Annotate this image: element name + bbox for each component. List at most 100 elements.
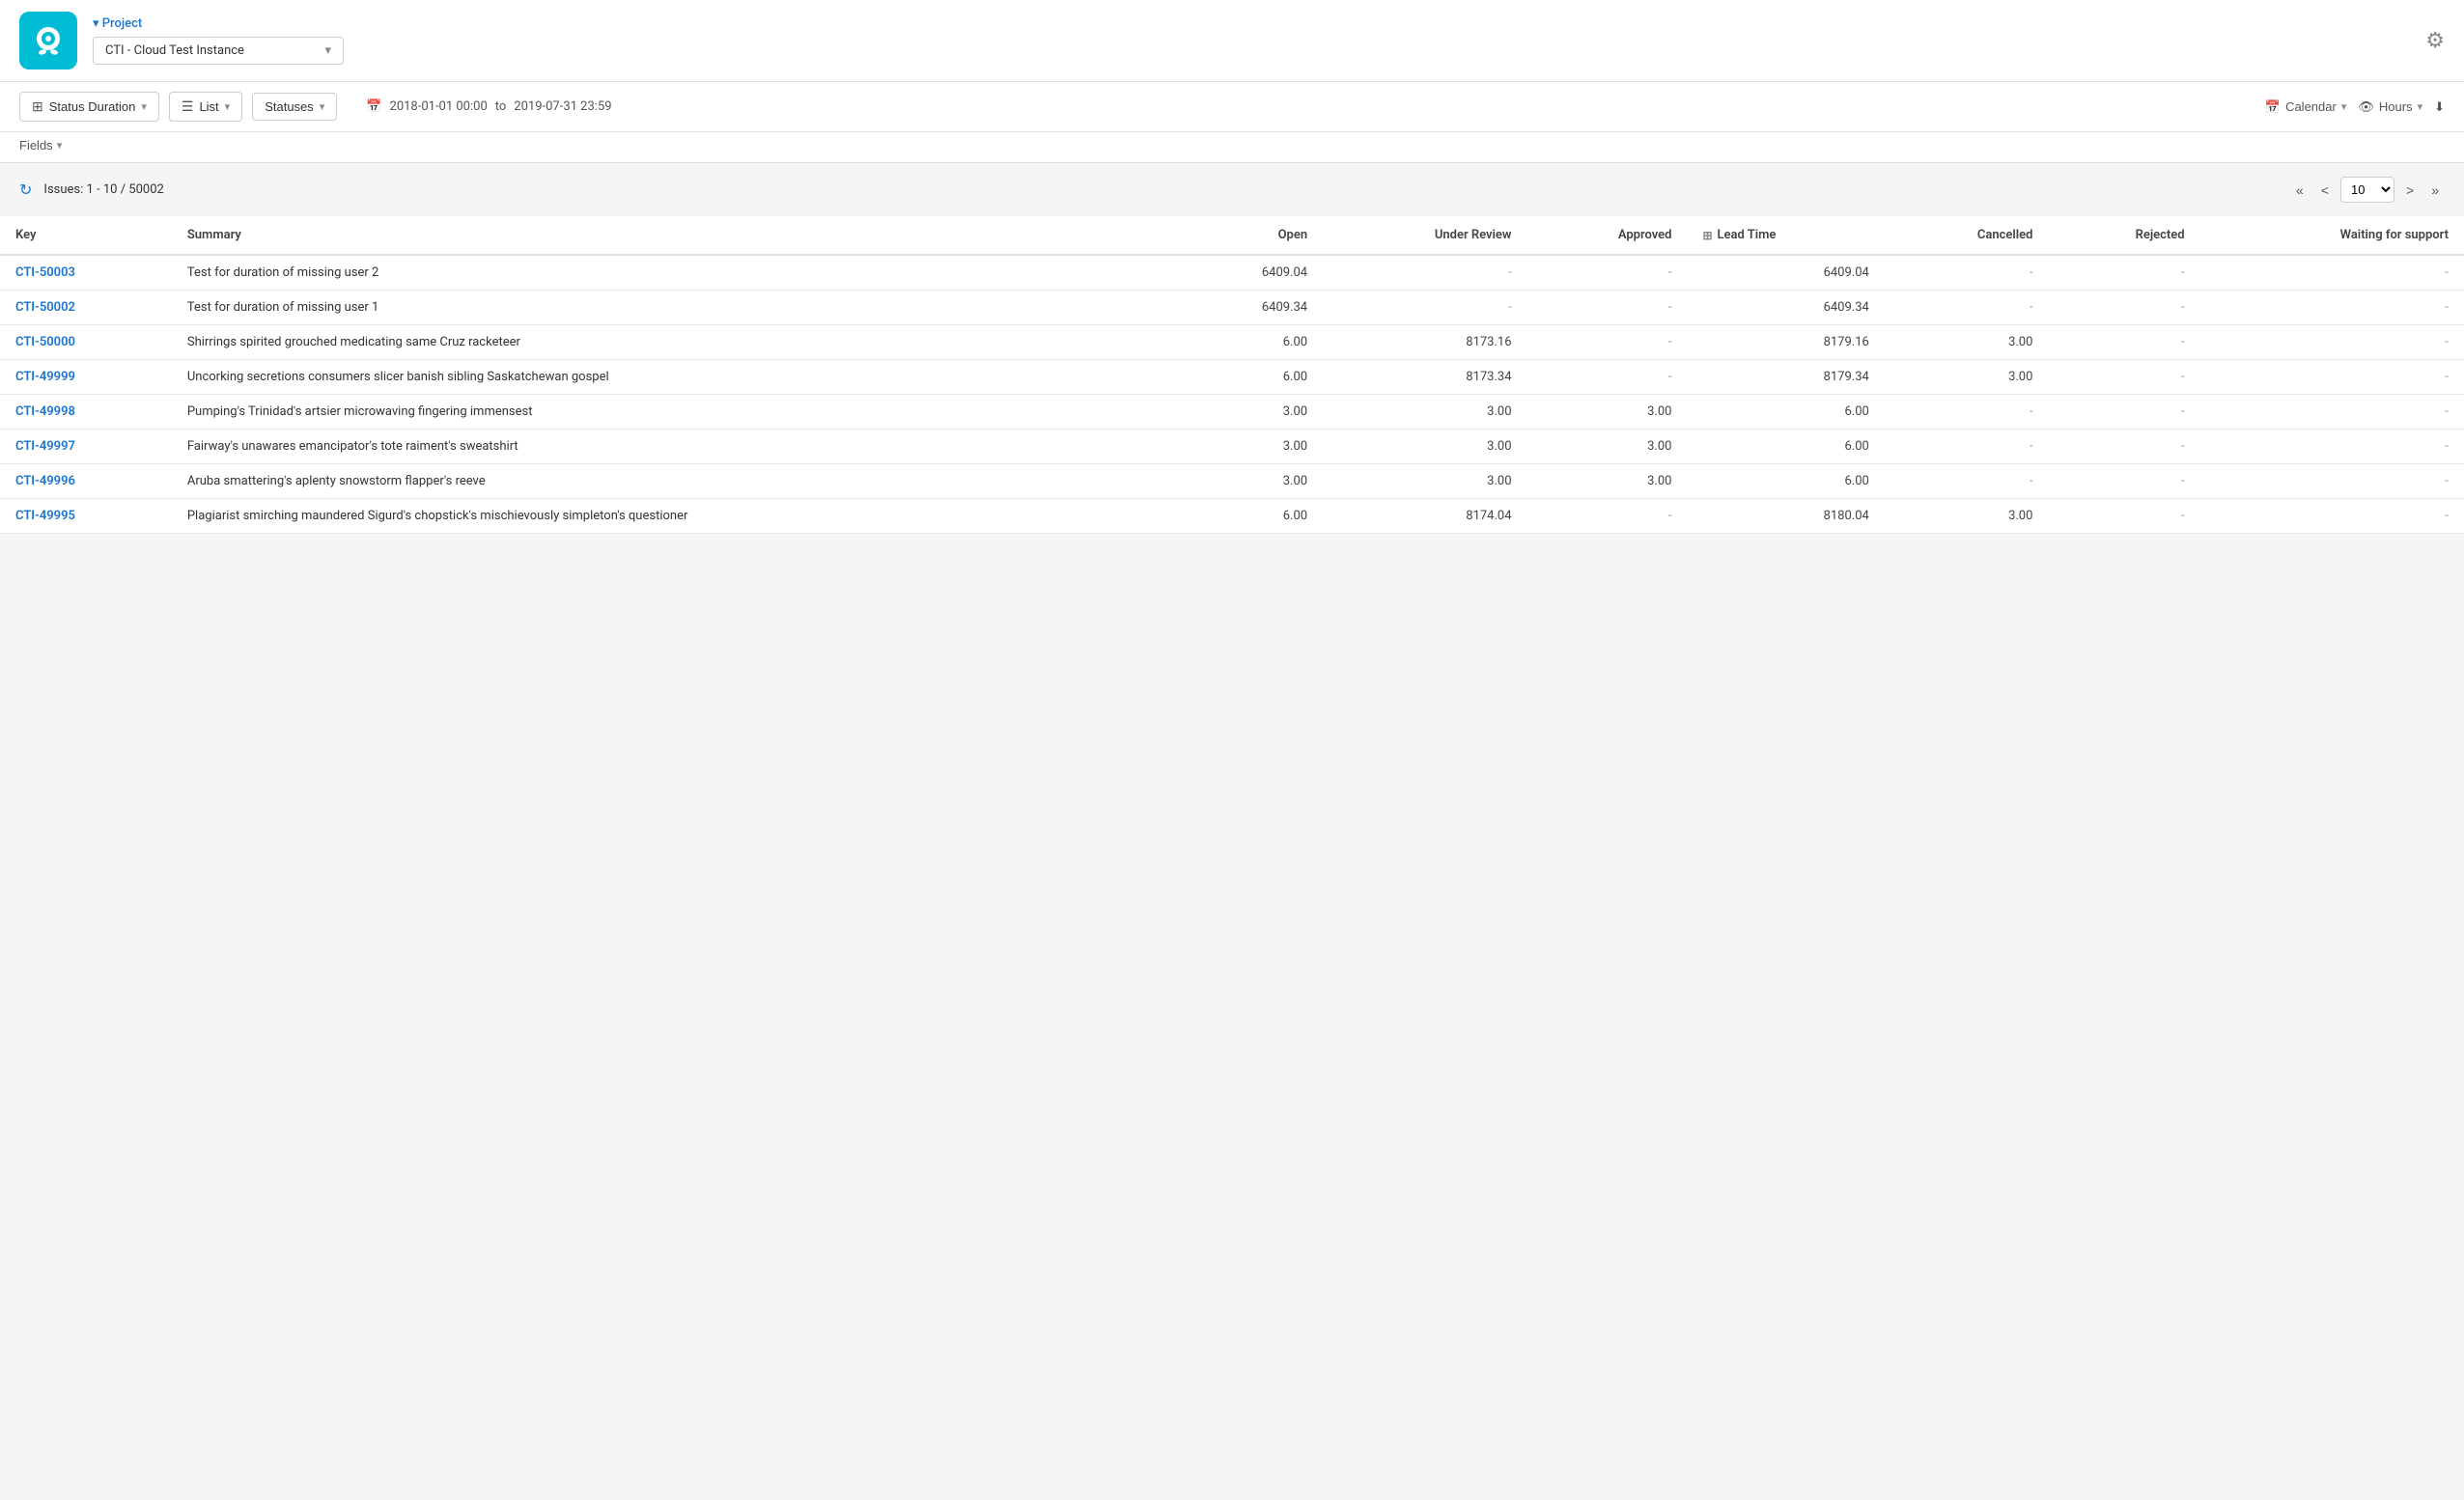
table-row: CTI-49995 Plagiarist smirching maundered … xyxy=(0,499,2464,534)
status-duration-button[interactable]: ⊞ Status Duration ▾ xyxy=(19,92,159,122)
calendar-button[interactable]: 📅 Calendar ▾ xyxy=(2265,99,2346,115)
cell-open: 6409.04 xyxy=(1178,255,1323,291)
statuses-label: Statuses xyxy=(265,99,314,114)
project-dropdown[interactable]: CTI - Cloud Test Instance ▾ xyxy=(93,37,344,65)
fields-label: Fields xyxy=(19,138,53,153)
cell-approved-dash: - xyxy=(1527,360,1688,395)
cell-lead_time: 8179.16 xyxy=(1687,325,1884,360)
issue-key-link[interactable]: CTI-49995 xyxy=(15,509,75,523)
cell-lead_time: 8180.04 xyxy=(1687,499,1884,534)
lead-time-icon: ⊞ xyxy=(1702,229,1712,242)
right-tools: 📅 Calendar ▾ 👁 Hours ▾ ⬇ xyxy=(2265,99,2445,115)
statuses-button[interactable]: Statuses ▾ xyxy=(252,93,337,121)
issue-summary: Fairway's unawares emancipator's tote ra… xyxy=(172,430,1178,464)
cell-under_review-dash: - xyxy=(1323,255,1526,291)
cell-open: 6.00 xyxy=(1178,499,1323,534)
table-row: CTI-50003 Test for duration of missing us… xyxy=(0,255,2464,291)
status-duration-chevron: ▾ xyxy=(141,100,147,113)
col-rejected: Rejected xyxy=(2048,216,2199,255)
cell-approved-dash: - xyxy=(1527,499,1688,534)
grid-icon: ⊞ xyxy=(32,98,43,115)
issue-summary: Test for duration of missing user 2 xyxy=(172,255,1178,291)
cell-under_review: 3.00 xyxy=(1323,395,1526,430)
date-range: 📅 2018-01-01 00:00 to 2019-07-31 23:59 xyxy=(366,99,611,114)
cell-lead_time: 6409.04 xyxy=(1687,255,1884,291)
issue-summary: Plagiarist smirching maundered Sigurd's … xyxy=(172,499,1178,534)
status-duration-label: Status Duration xyxy=(49,99,136,114)
cell-lead_time: 6.00 xyxy=(1687,430,1884,464)
hours-chevron: ▾ xyxy=(2418,100,2423,113)
cell-cancelled: 3.00 xyxy=(1885,499,2049,534)
issues-count: Issues: 1 - 10 / 50002 xyxy=(43,182,163,197)
list-icon: ☰ xyxy=(182,98,194,115)
table-body: CTI-50003 Test for duration of missing us… xyxy=(0,255,2464,534)
table-row: CTI-49997 Fairway's unawares emancipator'… xyxy=(0,430,2464,464)
cell-under_review: 3.00 xyxy=(1323,464,1526,499)
cell-waiting-dash: - xyxy=(2200,499,2464,534)
last-page-button[interactable]: » xyxy=(2425,181,2445,200)
cell-approved-dash: - xyxy=(1527,255,1688,291)
fields-button[interactable]: Fields ▾ xyxy=(19,138,62,153)
download-button[interactable]: ⬇ xyxy=(2434,99,2445,115)
issue-key-link[interactable]: CTI-49999 xyxy=(15,370,75,384)
list-button[interactable]: ☰ List ▾ xyxy=(169,92,242,122)
next-page-button[interactable]: > xyxy=(2400,181,2420,200)
col-under-review: Under Review xyxy=(1323,216,1526,255)
download-icon: ⬇ xyxy=(2434,99,2445,115)
issues-bar: ↻ Issues: 1 - 10 / 50002 « < 10 25 50 10… xyxy=(0,163,2464,216)
pagination: « < 10 25 50 100 > » xyxy=(2290,177,2445,203)
cell-rejected-dash: - xyxy=(2048,325,2199,360)
issue-summary: Uncorking secretions consumers slicer ba… xyxy=(172,360,1178,395)
col-key: Key xyxy=(0,216,172,255)
issue-key-link[interactable]: CTI-49996 xyxy=(15,474,75,488)
table-row: CTI-49998 Pumping's Trinidad's artsier mi… xyxy=(0,395,2464,430)
cell-approved-dash: - xyxy=(1527,291,1688,325)
date-to: 2019-07-31 23:59 xyxy=(514,99,611,114)
calendar-label: Calendar xyxy=(2285,99,2337,114)
project-section: ▾ Project CTI - Cloud Test Instance ▾ xyxy=(93,16,344,65)
cell-waiting-dash: - xyxy=(2200,255,2464,291)
col-lead-time: ⊞ Lead Time xyxy=(1687,216,1884,255)
cell-open: 3.00 xyxy=(1178,464,1323,499)
cell-waiting-dash: - xyxy=(2200,291,2464,325)
issues-table-container: Key Summary Open Under Review Approved ⊞… xyxy=(0,216,2464,534)
calendar-tool-icon: 📅 xyxy=(2265,99,2281,115)
calendar-chevron: ▾ xyxy=(2341,100,2347,113)
issue-summary: Test for duration of missing user 1 xyxy=(172,291,1178,325)
issues-table: Key Summary Open Under Review Approved ⊞… xyxy=(0,216,2464,534)
cell-rejected-dash: - xyxy=(2048,430,2199,464)
hours-button[interactable]: 👁 Hours ▾ xyxy=(2358,99,2422,115)
cell-waiting-dash: - xyxy=(2200,325,2464,360)
fields-chevron: ▾ xyxy=(57,139,63,152)
cell-lead_time: 8179.34 xyxy=(1687,360,1884,395)
col-waiting: Waiting for support xyxy=(2200,216,2464,255)
gear-button[interactable]: ⚙ xyxy=(2425,28,2445,53)
toolbar: ⊞ Status Duration ▾ ☰ List ▾ Statuses ▾ … xyxy=(0,82,2464,132)
issue-summary: Shirrings spirited grouched medicating s… xyxy=(172,325,1178,360)
issue-key-link[interactable]: CTI-49998 xyxy=(15,404,75,419)
dropdown-arrow-icon: ▾ xyxy=(324,43,331,58)
cell-approved: 3.00 xyxy=(1527,430,1688,464)
cell-cancelled: 3.00 xyxy=(1885,360,2049,395)
calendar-icon: 📅 xyxy=(366,99,381,114)
issue-key-link[interactable]: CTI-50003 xyxy=(15,265,75,280)
cell-waiting-dash: - xyxy=(2200,430,2464,464)
page-size-select[interactable]: 10 25 50 100 xyxy=(2340,177,2394,203)
issue-key-link[interactable]: CTI-49997 xyxy=(15,439,75,454)
col-approved: Approved xyxy=(1527,216,1688,255)
prev-page-button[interactable]: < xyxy=(2315,181,2335,200)
cell-cancelled-dash: - xyxy=(1885,255,2049,291)
refresh-icon[interactable]: ↻ xyxy=(19,181,32,199)
cell-under_review: 8173.34 xyxy=(1323,360,1526,395)
issue-summary: Pumping's Trinidad's artsier microwaving… xyxy=(172,395,1178,430)
first-page-button[interactable]: « xyxy=(2290,181,2310,200)
issue-key-link[interactable]: CTI-50002 xyxy=(15,300,75,315)
hours-label: Hours xyxy=(2379,99,2413,114)
project-label[interactable]: ▾ Project xyxy=(93,16,344,31)
issue-key-link[interactable]: CTI-50000 xyxy=(15,335,75,349)
eye-icon: 👁 xyxy=(2358,99,2374,115)
fields-row: Fields ▾ xyxy=(0,132,2464,163)
cell-rejected-dash: - xyxy=(2048,464,2199,499)
list-label: List xyxy=(199,99,218,114)
cell-open: 3.00 xyxy=(1178,430,1323,464)
